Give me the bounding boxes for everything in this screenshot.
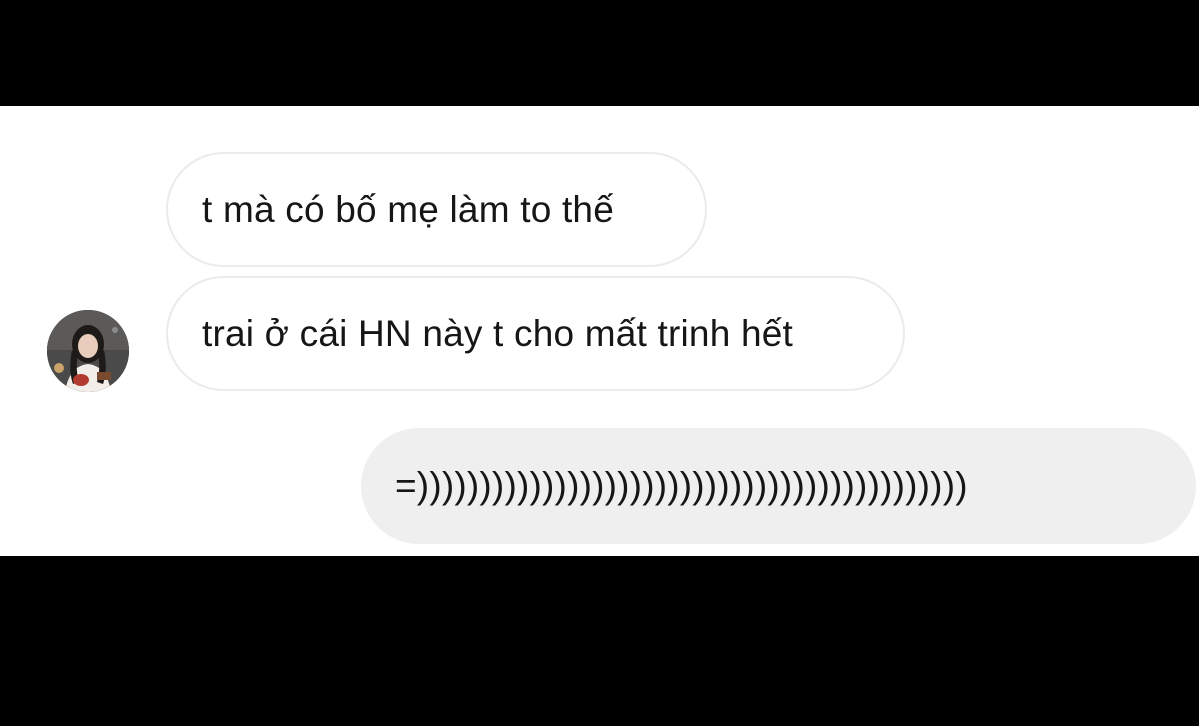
screenshot-frame: t mà có bố mẹ làm to thế trai ở cái HN n… [0,0,1199,726]
sender-avatar[interactable] [47,310,129,392]
profile-photo-icon [47,310,129,392]
message-bubble-incoming[interactable]: trai ở cái HN này t cho mất trinh hết [166,276,905,391]
message-bubble-incoming[interactable]: t mà có bố mẹ làm to thế [166,152,707,267]
message-text: trai ở cái HN này t cho mất trinh hết [202,312,793,354]
message-text: t mà có bố mẹ làm to thế [202,188,614,230]
message-text: =)))))))))))))))))))))))))))))))))))))))… [395,465,968,506]
chat-thread: t mà có bố mẹ làm to thế trai ở cái HN n… [0,106,1199,556]
message-bubble-outgoing[interactable]: =)))))))))))))))))))))))))))))))))))))))… [361,428,1196,544]
